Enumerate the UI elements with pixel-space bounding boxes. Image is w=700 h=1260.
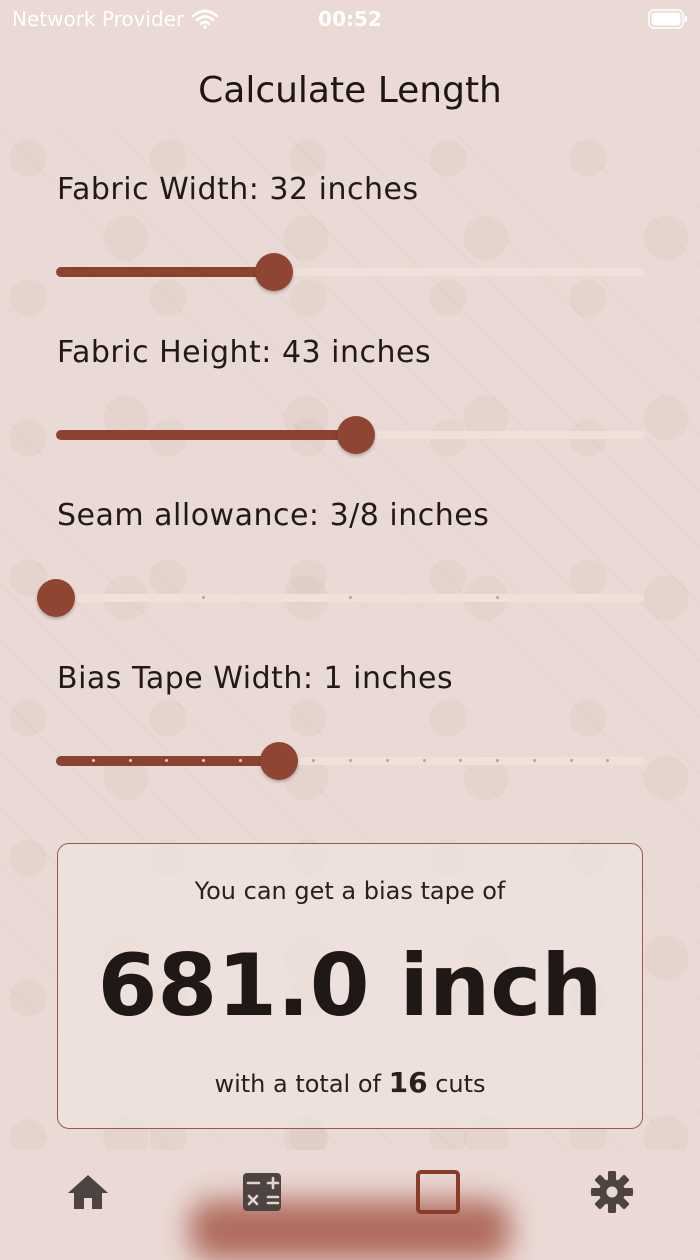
tab-square[interactable] — [414, 1168, 462, 1216]
tab-bar — [0, 1150, 700, 1260]
slider-fill — [56, 430, 356, 440]
slider-tick — [570, 759, 573, 762]
tab-calculator[interactable] — [238, 1168, 286, 1216]
slider-tick — [239, 759, 242, 762]
slider-tick — [312, 759, 315, 762]
slider-tick — [202, 596, 205, 599]
cuts-summary: with a total of 16 cuts — [58, 1066, 642, 1099]
tab-home[interactable] — [64, 1168, 112, 1216]
slider-tick — [533, 759, 536, 762]
slider-tick — [496, 759, 499, 762]
gear-icon — [591, 1171, 633, 1213]
status-bar: Network Provider 00:52 — [0, 0, 700, 40]
slider-tick — [459, 759, 462, 762]
fabric-height-label: Fabric Height: 43 inches — [57, 335, 432, 370]
bias-tape-length: 681.0 inch — [97, 936, 603, 1036]
clock: 00:52 — [318, 7, 382, 31]
calculator-icon — [243, 1173, 281, 1211]
bias-tape-width-slider[interactable] — [56, 741, 644, 781]
slider-tick — [386, 759, 389, 762]
home-icon — [68, 1175, 108, 1209]
square-icon — [416, 1170, 460, 1214]
cuts-prefix: with a total of — [214, 1070, 381, 1098]
slider-tick — [129, 759, 132, 762]
fabric-width-label: Fabric Width: 32 inches — [57, 172, 419, 207]
result-card: You can get a bias tape of 681.0 inch wi… — [57, 843, 643, 1129]
slider-thumb[interactable] — [255, 253, 293, 291]
cuts-count: 16 — [388, 1066, 428, 1099]
slider-fill — [56, 267, 274, 277]
cuts-suffix: cuts — [435, 1070, 486, 1098]
bias-tape-width-label: Bias Tape Width: 1 inches — [57, 661, 454, 696]
slider-tick — [349, 759, 352, 762]
slider-thumb[interactable] — [260, 742, 298, 780]
result-intro: You can get a bias tape of — [194, 877, 506, 905]
page-title: Calculate Length — [198, 70, 502, 111]
slider-thumb[interactable] — [37, 579, 75, 617]
fabric-width-slider[interactable] — [56, 252, 644, 292]
seam-allowance-label: Seam allowance: 3/8 inches — [57, 498, 490, 533]
slider-tick — [165, 759, 168, 762]
slider-tick — [202, 759, 205, 762]
tab-settings[interactable] — [588, 1168, 636, 1216]
fabric-height-slider[interactable] — [56, 415, 644, 455]
slider-tick — [496, 596, 499, 599]
battery-icon — [648, 9, 687, 29]
slider-tick — [349, 596, 352, 599]
slider-thumb[interactable] — [337, 416, 375, 454]
slider-tick — [92, 759, 95, 762]
slider-tick — [423, 759, 426, 762]
seam-allowance-slider[interactable] — [37, 578, 644, 618]
slider-tick — [606, 759, 609, 762]
